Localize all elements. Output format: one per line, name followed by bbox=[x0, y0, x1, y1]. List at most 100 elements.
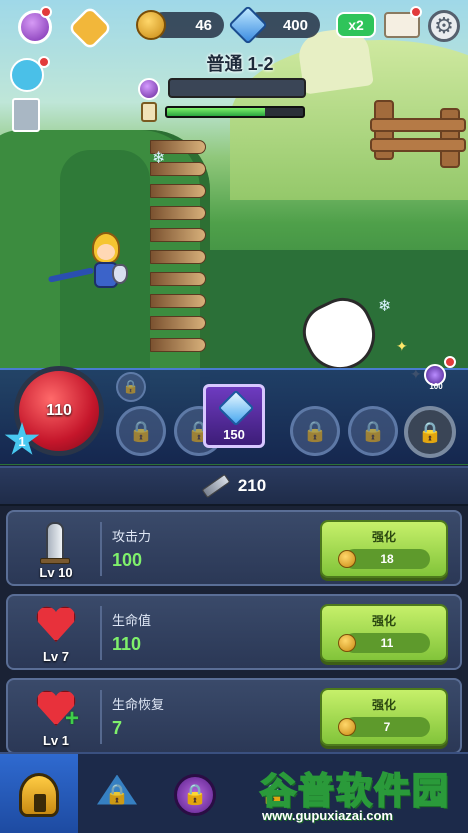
upgrade-cost-value: 18 bbox=[380, 552, 394, 566]
castle-button[interactable] bbox=[12, 98, 40, 132]
upgrade-level: Lv 10 bbox=[39, 565, 73, 580]
fence-rail bbox=[370, 118, 466, 132]
upgrade-level: Lv 7 bbox=[42, 649, 69, 664]
upgrade-name: 攻击力 bbox=[112, 529, 152, 544]
upgrade-value: 100 bbox=[112, 550, 143, 570]
upgrade-cost: 18 bbox=[338, 549, 430, 569]
sparkle-icon: ✦ bbox=[396, 338, 408, 354]
plus-icon: + bbox=[64, 705, 79, 732]
upgrade-value: 7 bbox=[112, 718, 123, 738]
speed-toggle-button[interactable]: x2 bbox=[336, 12, 376, 38]
snowflake-icon: ❄ bbox=[378, 298, 392, 315]
upgrade-value: 110 bbox=[112, 634, 142, 654]
regen-icon-box: + Lv 1 bbox=[18, 686, 94, 748]
boss-hp-fill bbox=[167, 108, 265, 116]
star-lock-icon: 🔒 bbox=[97, 774, 137, 806]
lock-icon: 🔒 bbox=[122, 379, 140, 394]
skill-slot-locked[interactable]: 🔒 bbox=[116, 406, 166, 456]
hero-level: 1 bbox=[18, 434, 26, 449]
hourglass-icon bbox=[141, 102, 157, 122]
skill-slot-locked[interactable]: 🔒 bbox=[116, 372, 146, 402]
upgrade-row-health: Lv 7 生命值 110 强化 11 bbox=[6, 594, 462, 670]
settings-button[interactable]: ⚙ bbox=[428, 10, 460, 42]
hero-face bbox=[97, 244, 115, 260]
upgrade-row-regen: + Lv 1 生命恢复 7 强化 7 bbox=[6, 678, 462, 754]
watermark-url: www.gupuxiazai.com bbox=[262, 808, 393, 823]
helmet-icon bbox=[19, 772, 59, 817]
health-icon-box: Lv 7 bbox=[18, 602, 94, 664]
purple-gem-value: 100 bbox=[429, 382, 443, 391]
coin-icon bbox=[338, 718, 356, 736]
stage-title: 普通 1-2 bbox=[206, 54, 274, 74]
upgrade-regen-button[interactable]: 强化 7 bbox=[320, 688, 448, 746]
upgrade-level: Lv 1 bbox=[42, 733, 69, 748]
sword-icon bbox=[201, 473, 231, 499]
watermark-title: 谷普软件园 bbox=[259, 769, 451, 812]
tab-hero[interactable] bbox=[0, 754, 78, 833]
power-value: 210 bbox=[237, 476, 267, 495]
gem-icon bbox=[217, 389, 255, 427]
upgrade-cost: 11 bbox=[338, 633, 430, 653]
upgrade-button-label: 强化 bbox=[371, 698, 396, 712]
lock-icon: 🔒 bbox=[104, 784, 130, 806]
tab-pet-locked[interactable]: 🔒 bbox=[156, 754, 234, 833]
fence-rail bbox=[370, 138, 466, 152]
lock-icon: 🔒 bbox=[182, 784, 208, 806]
notification-dot bbox=[38, 56, 50, 68]
gem-card-value: 150 bbox=[223, 427, 245, 442]
gem-count: 400 bbox=[282, 16, 308, 34]
spike bbox=[150, 294, 206, 308]
watermark: 谷普软件园 www.gupuxiazai.com bbox=[252, 760, 464, 830]
notification-dot bbox=[40, 6, 52, 18]
wooden-fence bbox=[370, 100, 468, 168]
sword-guard bbox=[40, 558, 70, 564]
spike bbox=[150, 184, 206, 198]
upgrade-name: 生命值 bbox=[112, 613, 152, 628]
boss-icon bbox=[138, 78, 160, 100]
upgrade-cost: 7 bbox=[338, 717, 430, 737]
upgrade-health-button[interactable]: 强化 11 bbox=[320, 604, 448, 662]
skill-slot-locked[interactable]: 🔒 bbox=[290, 406, 340, 456]
upgrade-attack-button[interactable]: 强化 18 bbox=[320, 520, 448, 578]
tab-star-locked[interactable]: 🔒 bbox=[78, 754, 156, 833]
gear-icon: ⚙ bbox=[434, 13, 454, 38]
spike bbox=[150, 250, 206, 264]
spike bbox=[150, 338, 206, 352]
locked-slot-button[interactable]: 🔒 bbox=[404, 406, 456, 458]
lock-icon: 🔒 bbox=[302, 420, 328, 443]
spike bbox=[150, 228, 206, 242]
spike bbox=[150, 272, 206, 286]
upgrade-name: 生命恢复 bbox=[112, 697, 165, 712]
gem-skill-card[interactable]: 150 bbox=[203, 384, 265, 448]
coin-count: 46 bbox=[195, 16, 212, 34]
wave-progress-bar bbox=[168, 78, 306, 98]
notification-dot bbox=[410, 6, 422, 18]
upgrade-button-label: 强化 bbox=[371, 614, 396, 628]
coin-icon bbox=[338, 550, 356, 568]
rank-badge-button[interactable] bbox=[67, 5, 113, 51]
paw-lock-icon: 🔒 bbox=[174, 773, 216, 816]
sword-icon bbox=[46, 522, 64, 562]
coin-icon bbox=[136, 10, 166, 40]
upgrade-cost-value: 11 bbox=[380, 636, 394, 650]
attack-icon-box: Lv 10 bbox=[18, 518, 94, 580]
upgrade-button-label: 强化 bbox=[371, 530, 396, 544]
power-bar: 210 bbox=[0, 466, 468, 506]
spike bbox=[150, 316, 206, 330]
lock-icon: 🔒 bbox=[417, 421, 443, 444]
snowflake-icon: ❄ bbox=[152, 150, 166, 167]
divider bbox=[100, 522, 102, 576]
lock-icon: 🔒 bbox=[128, 420, 154, 443]
divider bbox=[100, 606, 102, 660]
coin-icon bbox=[338, 634, 356, 652]
upgrade-cost-value: 7 bbox=[383, 720, 391, 734]
notification-dot bbox=[444, 356, 456, 368]
hero-shield bbox=[112, 264, 128, 284]
skill-slot-locked[interactable]: 🔒 bbox=[348, 406, 398, 456]
hero-character bbox=[47, 232, 130, 294]
spike-barricade bbox=[150, 140, 206, 370]
hp-value: 110 bbox=[46, 402, 72, 419]
upgrade-row-attack: Lv 10 攻击力 100 强化 18 bbox=[6, 510, 462, 586]
heart-icon bbox=[36, 606, 76, 642]
boss-hp-bar bbox=[165, 106, 305, 118]
